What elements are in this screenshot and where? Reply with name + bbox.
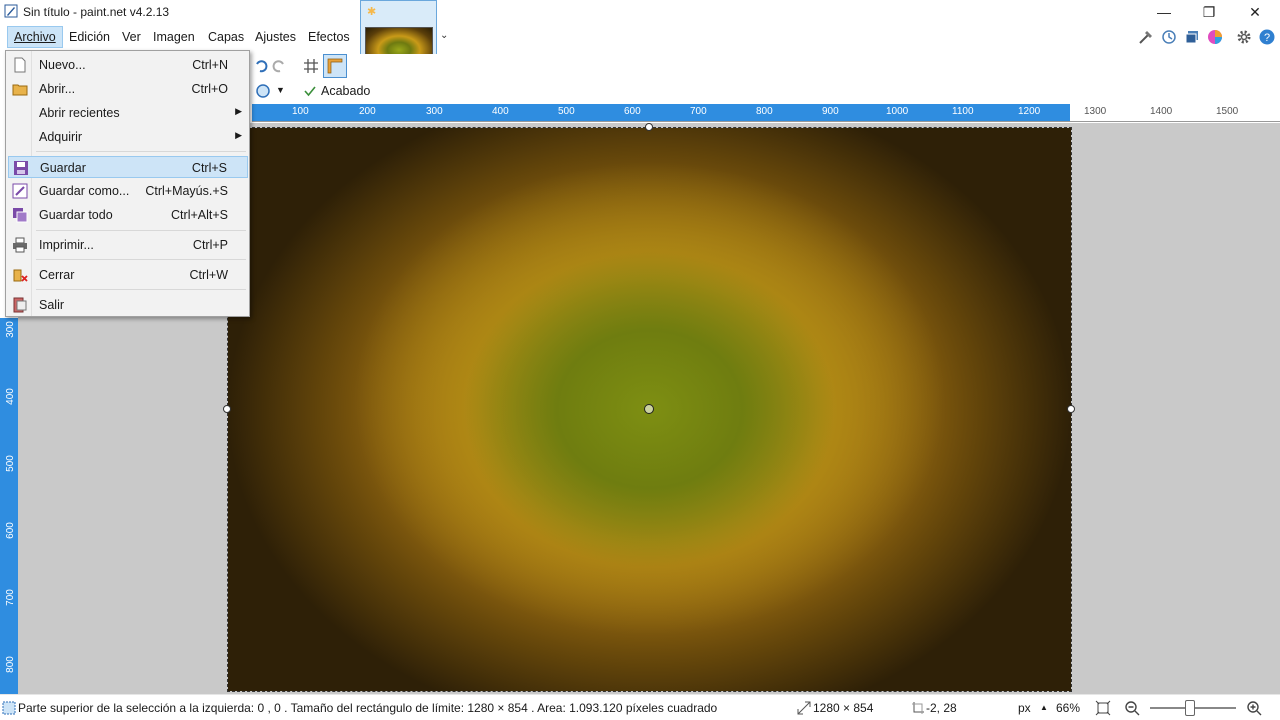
selection-handle[interactable] [1067, 405, 1075, 413]
menu-imagen[interactable]: Imagen [147, 26, 201, 48]
save-icon [14, 161, 28, 175]
ruler-label: 300 [426, 106, 443, 117]
ruler-label: 300 [4, 321, 16, 338]
selection-handle[interactable] [223, 405, 231, 413]
help-icon[interactable]: ? [1258, 28, 1276, 46]
title-bar: Sin título - paint.net v4.2.13 — ❐ ✕ [0, 0, 1280, 24]
ruler-label: 500 [4, 455, 16, 472]
units-dropdown-icon[interactable]: ▲ [1040, 703, 1048, 712]
close-button[interactable]: ✕ [1232, 0, 1278, 24]
menu-efectos[interactable]: Efectos [302, 26, 356, 48]
ruler-label: 1100 [952, 106, 974, 117]
printer-icon [13, 237, 27, 253]
menu-separator [36, 259, 246, 260]
menu-separator [36, 230, 246, 231]
ruler-label: 600 [624, 106, 641, 117]
zoom-to-window-icon[interactable] [1095, 700, 1111, 716]
menu-item-imprimir[interactable]: Imprimir... Ctrl+P [8, 234, 248, 256]
cursor-position-text: -2, 28 [926, 701, 957, 715]
colors-icon[interactable] [1206, 28, 1224, 46]
menu-separator [36, 289, 246, 290]
ruler-label: 1000 [886, 106, 909, 117]
paintnet-logo-icon [4, 4, 18, 18]
menu-ajustes[interactable]: Ajustes [249, 26, 302, 48]
zoom-slider-thumb[interactable] [1185, 700, 1195, 716]
save-as-icon [12, 183, 28, 199]
units-selector[interactable]: px [1018, 701, 1031, 715]
move-handle-icon[interactable] [644, 404, 654, 414]
rulers-toggle-icon[interactable] [323, 54, 347, 78]
image-size-text: 1280 × 854 [813, 701, 874, 715]
ruler-label: 800 [756, 106, 773, 117]
menu-archivo[interactable]: Archivo [7, 26, 63, 48]
open-folder-icon [12, 84, 28, 96]
grid-icon[interactable] [301, 56, 321, 76]
ruler-label: 800 [4, 656, 16, 673]
menu-bar: Archivo Edición Ver Imagen Capas Ajustes… [0, 24, 360, 50]
settings-gear-icon[interactable] [1235, 28, 1253, 46]
submenu-arrow-icon: ▶ [235, 130, 242, 140]
menu-item-adquirir[interactable]: Adquirir ▶ [8, 126, 248, 148]
menu-item-guardar-todo[interactable]: Guardar todo Ctrl+Alt+S [8, 204, 248, 226]
zoom-out-icon[interactable] [1124, 700, 1140, 716]
checkmark-icon [304, 86, 316, 97]
menu-item-abrir[interactable]: Abrir... Ctrl+O [8, 78, 248, 100]
zoom-in-icon[interactable] [1246, 700, 1262, 716]
menu-item-salir[interactable]: Salir [8, 294, 248, 316]
status-bar: Parte superior de la selección a la izqu… [0, 694, 1280, 720]
ruler-label: 100 [292, 106, 309, 117]
ruler-label: 400 [492, 106, 509, 117]
menu-item-cerrar[interactable]: Cerrar Ctrl+W [8, 264, 248, 286]
ruler-label: 400 [4, 388, 16, 405]
finish-label: Acabado [321, 84, 371, 98]
zoom-level[interactable]: 66% [1056, 701, 1080, 715]
svg-text:?: ? [1264, 32, 1270, 44]
archivo-dropdown-menu: Nuevo... Ctrl+N Abrir... Ctrl+O Abrir re… [5, 50, 250, 317]
menu-item-abrir-recientes[interactable]: Abrir recientes ▶ [8, 102, 248, 124]
close-file-icon [13, 269, 28, 282]
menu-edicion[interactable]: Edición [63, 26, 116, 48]
unsaved-star-icon: ✱ [367, 6, 377, 18]
selection-mode-dropdown-icon[interactable]: ▼ [276, 82, 296, 102]
window-title: Sin título - paint.net v4.2.13 [23, 5, 170, 19]
menu-ver[interactable]: Ver [116, 26, 147, 48]
horizontal-ruler: 100 200 300 400 500 600 700 800 900 1000… [252, 104, 1280, 122]
submenu-arrow-icon: ▶ [235, 106, 242, 116]
selection-handle[interactable] [645, 123, 653, 131]
selection-info-icon [2, 701, 16, 715]
history-icon[interactable] [1160, 28, 1178, 46]
menu-item-nuevo[interactable]: Nuevo... Ctrl+N [8, 54, 248, 76]
ruler-label: 500 [558, 106, 575, 117]
paintnet-window: Sin título - paint.net v4.2.13 — ❐ ✕ Arc… [0, 0, 1280, 720]
vertical-ruler: 300 400 500 600 700 800 [0, 318, 18, 694]
selection-mode-icon[interactable] [255, 81, 275, 101]
restore-button[interactable]: ❐ [1186, 0, 1232, 24]
ruler-label: 1200 [1018, 106, 1041, 117]
minimize-button[interactable]: — [1141, 0, 1187, 24]
finish-button[interactable]: Acabado [304, 84, 370, 98]
new-file-icon [14, 57, 26, 73]
save-all-icon [13, 208, 28, 223]
ruler-label: 700 [4, 589, 16, 606]
menu-item-guardar[interactable]: Guardar Ctrl+S [8, 156, 248, 178]
ruler-label: 1500 [1216, 106, 1239, 117]
layers-icon[interactable] [1183, 28, 1201, 46]
exit-icon [13, 297, 27, 313]
ruler-label: 700 [690, 106, 707, 117]
ruler-label: 200 [359, 106, 376, 117]
cursor-position-icon [912, 702, 924, 714]
menu-item-guardar-como[interactable]: Guardar como... Ctrl+Mayús.+S [8, 180, 248, 202]
ruler-label: 1400 [1150, 106, 1173, 117]
redo-icon[interactable] [268, 56, 288, 76]
menu-capas[interactable]: Capas [202, 26, 250, 48]
tools-icon[interactable] [1137, 28, 1155, 46]
ruler-label: 1300 [1084, 106, 1107, 117]
ruler-label: 900 [822, 106, 839, 117]
selection-info-text: Parte superior de la selección a la izqu… [18, 701, 718, 715]
menu-separator [36, 151, 246, 152]
image-size-icon [797, 701, 811, 715]
ruler-label: 600 [4, 522, 16, 539]
tabs-dropdown-icon[interactable]: ⌄ [440, 30, 448, 41]
